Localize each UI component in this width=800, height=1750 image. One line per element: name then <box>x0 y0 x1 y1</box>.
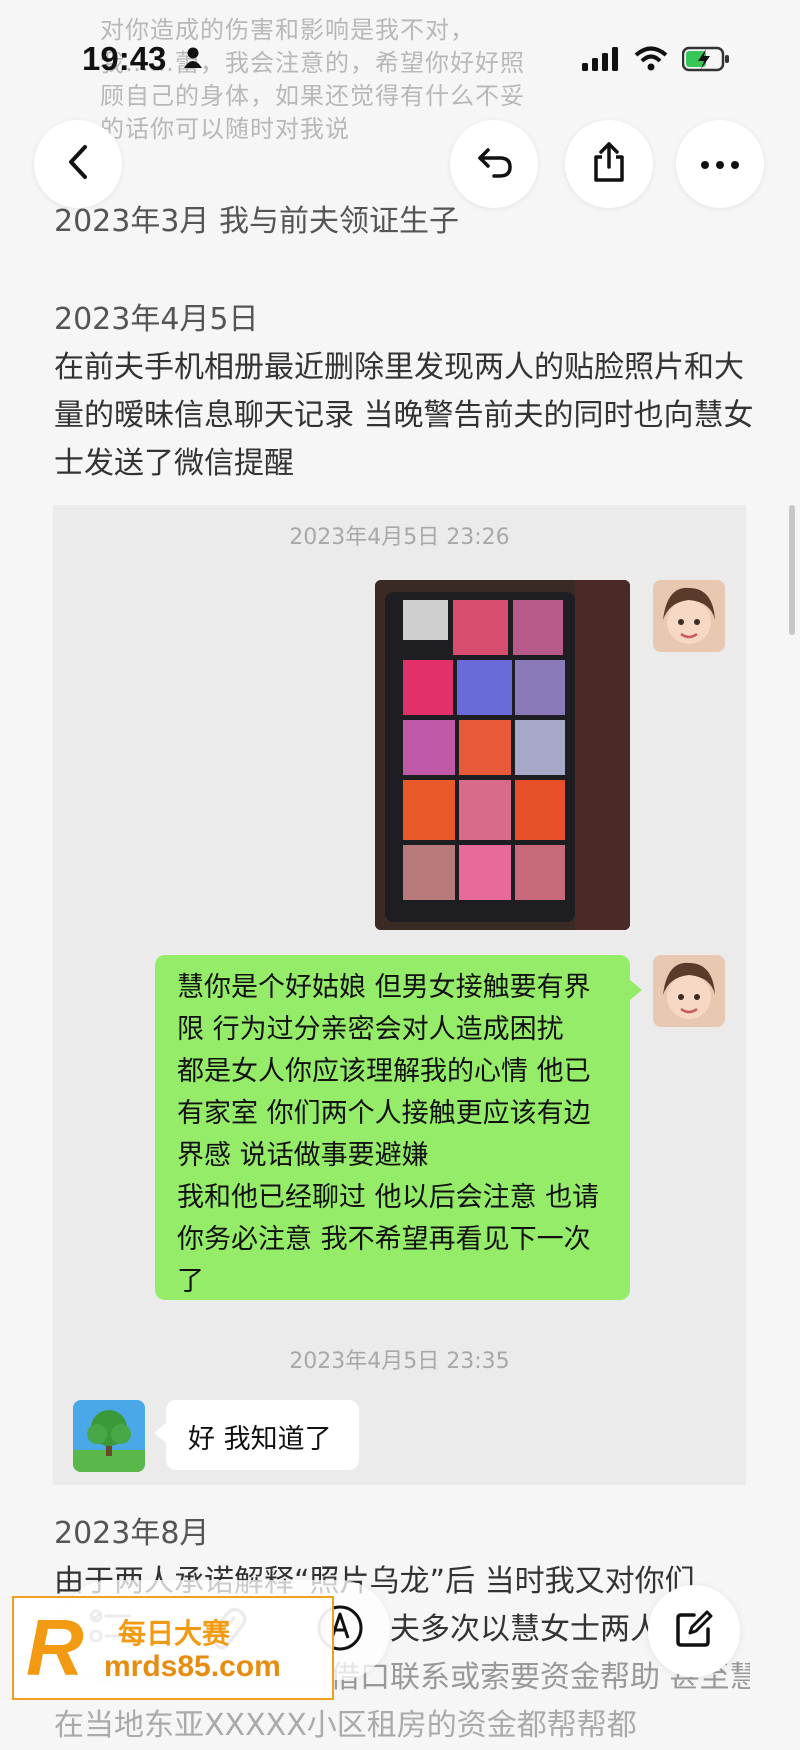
note-entry-body-april: 在前夫手机相册最近删除里发现两人的贴脸照片和大量的暧昧信息聊天记录 当晚警告前夫… <box>54 350 754 481</box>
received-bubble-tail <box>154 1423 166 1443</box>
status-time: 19:43 <box>82 40 167 77</box>
wifi-icon <box>634 46 668 76</box>
received-message-bubble: 好 我知道了 <box>166 1400 359 1470</box>
more-button[interactable] <box>676 120 764 208</box>
watermark-url: mrds85.com <box>104 1650 281 1683</box>
watermark-letter: R <box>26 1603 84 1692</box>
photo-message <box>375 580 630 930</box>
sent-message-text: 慧你是个好姑娘 但男女接触要有界 限 行为过分亲密会对人造成困扰 都是女人你应该… <box>177 972 600 1297</box>
scrollbar[interactable] <box>789 505 795 635</box>
chat-screenshot: 2023年4月5日 23:26 慧你是个好姑娘 但男女接触要有界 限 行为过分亲… <box>53 505 746 1485</box>
compose-button[interactable] <box>648 1585 740 1677</box>
sent-bubble-tail <box>630 980 642 1000</box>
back-button[interactable] <box>34 120 122 208</box>
note-entry-body-august-4: 在当地东亚XXXXX小区租房的资金都帮帮都 <box>54 1708 637 1743</box>
watermark-name: 每日大赛 <box>118 1617 231 1650</box>
my-avatar-2 <box>653 955 725 1027</box>
undo-button[interactable] <box>450 120 538 208</box>
share-button[interactable] <box>565 120 653 208</box>
contact-avatar <box>73 1400 145 1472</box>
back-icon <box>63 143 93 185</box>
share-icon <box>591 141 627 187</box>
battery-charging-icon <box>681 46 730 76</box>
received-message-text: 好 我知道了 <box>188 1424 332 1455</box>
chat-timestamp-2: 2023年4月5日 23:35 <box>289 1349 510 1374</box>
note-entry-march: 2023年3月 我与前夫领证生子 <box>54 204 459 239</box>
compose-icon <box>674 1609 714 1653</box>
watermark-logo: R 每日大赛 mrds85.com <box>12 1596 334 1700</box>
note-entry-date-april: 2023年4月5日 <box>54 302 259 337</box>
more-icon <box>700 155 740 174</box>
my-avatar <box>653 580 725 652</box>
sent-message-bubble: 慧你是个好姑娘 但男女接触要有界 限 行为过分亲密会对人造成困扰 都是女人你应该… <box>155 955 630 1300</box>
person-icon <box>183 46 203 74</box>
status-bar: 19:43 <box>0 40 800 90</box>
chat-timestamp: 2023年4月5日 23:26 <box>289 525 510 550</box>
note-entry-date-august: 2023年8月 <box>54 1516 210 1551</box>
undo-icon <box>474 144 514 184</box>
signal-icon <box>582 47 620 75</box>
